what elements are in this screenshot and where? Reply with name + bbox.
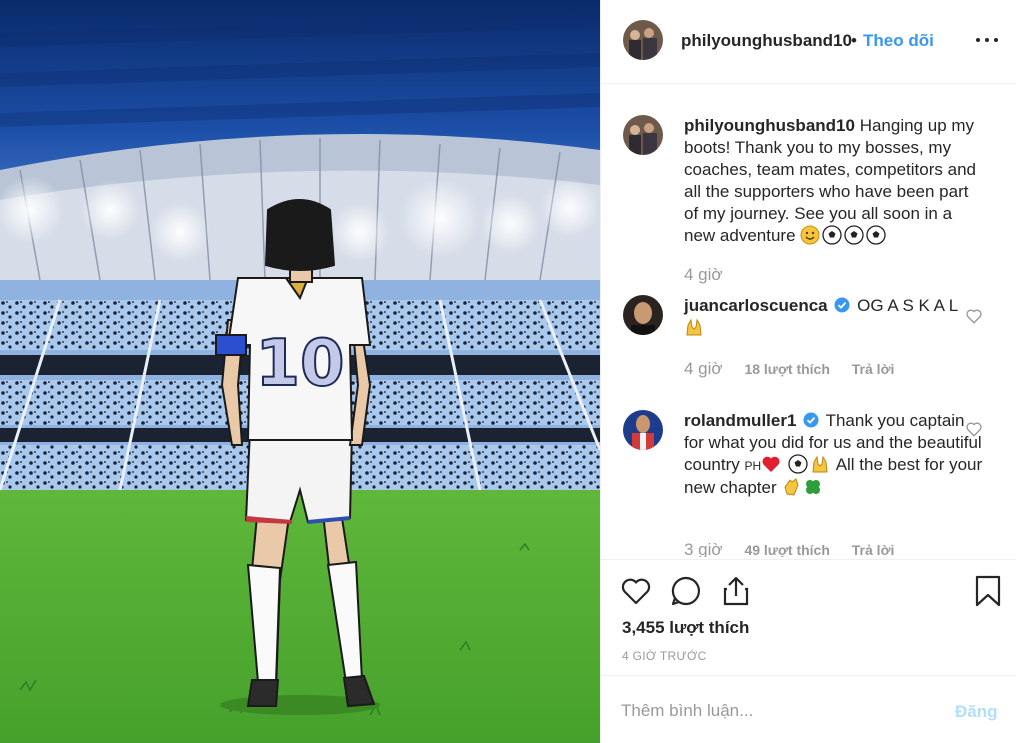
red-heart-emoji-icon — [762, 456, 780, 472]
post-image[interactable]: 10 — [0, 0, 600, 743]
caption-username[interactable]: philyounghusband10 — [684, 116, 855, 135]
comment-text: rolandmuller1 Thank you captain for what… — [684, 410, 984, 499]
raising-hands-emoji-icon — [812, 455, 828, 473]
author-username[interactable]: philyounghusband10 — [681, 31, 852, 51]
post-comment-button[interactable]: Đăng — [955, 702, 998, 722]
comment-text: juancarloscuenca OG A S K A L — [684, 295, 984, 339]
clapping-hands-emoji-icon — [784, 478, 799, 496]
comment-like-heart-icon[interactable] — [965, 420, 983, 438]
soccer-ball-emoji-icon — [866, 225, 886, 245]
commenter-username[interactable]: rolandmuller1 — [684, 411, 796, 430]
add-comment-bar: Đăng — [601, 677, 1016, 743]
comment-meta: 4 giờ 18 lượt thích Trả lời — [684, 359, 894, 379]
heart-icon[interactable] — [619, 574, 653, 608]
post-sidebar: philyounghusband10 • Theo dõi philyoungh… — [600, 0, 1016, 743]
post-header: philyounghusband10 • Theo dõi — [601, 0, 1016, 84]
post-timestamp[interactable]: 4 GIỜ TRƯỚC — [622, 649, 707, 663]
soccer-ball-emoji-icon — [822, 225, 842, 245]
header-separator: • — [851, 31, 857, 50]
smiling-face-emoji-icon — [800, 225, 820, 245]
comment-likes-count[interactable]: 18 lượt thích — [744, 361, 829, 377]
commenter-avatar[interactable] — [623, 295, 663, 335]
commenter-username[interactable]: juancarloscuenca — [684, 296, 828, 315]
comment-like-heart-icon[interactable] — [965, 307, 983, 325]
caption-time[interactable]: 4 giờ — [684, 265, 723, 284]
ph-flag-label: PH — [744, 459, 762, 473]
verified-badge-icon — [803, 412, 819, 428]
caption-meta: 4 giờ — [684, 265, 723, 285]
follow-button[interactable]: Theo dõi — [863, 31, 934, 51]
comment-time[interactable]: 4 giờ — [684, 359, 723, 378]
commenter-avatar[interactable] — [623, 410, 663, 450]
comment-time[interactable]: 3 giờ — [684, 540, 723, 557]
comment-body: OG A S K A L — [857, 296, 958, 315]
verified-badge-icon — [834, 297, 850, 313]
share-icon[interactable] — [719, 574, 753, 608]
four-leaf-clover-emoji-icon — [806, 480, 821, 494]
bookmark-icon[interactable] — [971, 574, 1005, 608]
reply-button[interactable]: Trả lời — [852, 542, 895, 557]
post-actions: 3,455 lượt thích 4 GIỜ TRƯỚC — [601, 559, 1016, 676]
soccer-ball-emoji-icon — [788, 454, 808, 474]
comment-meta: 3 giờ 49 lượt thích Trả lời — [684, 540, 894, 557]
post-likes-count[interactable]: 3,455 lượt thích — [622, 618, 749, 638]
reply-button[interactable]: Trả lời — [852, 361, 895, 377]
soccer-ball-emoji-icon — [844, 225, 864, 245]
comment-icon[interactable] — [669, 574, 703, 608]
author-avatar[interactable] — [623, 20, 663, 60]
comments-list[interactable]: philyounghusband10 Hanging up my boots! … — [601, 85, 1016, 557]
comment-input[interactable] — [621, 699, 941, 723]
more-options-icon[interactable] — [976, 30, 1000, 50]
comment-likes-count[interactable]: 49 lượt thích — [744, 542, 829, 557]
raising-hands-emoji-icon — [686, 318, 702, 336]
svg-text:10: 10 — [255, 327, 344, 401]
caption-text: philyounghusband10 Hanging up my boots! … — [684, 115, 984, 247]
caption-avatar[interactable] — [623, 115, 663, 155]
stadium-illustration: 10 — [0, 0, 600, 743]
